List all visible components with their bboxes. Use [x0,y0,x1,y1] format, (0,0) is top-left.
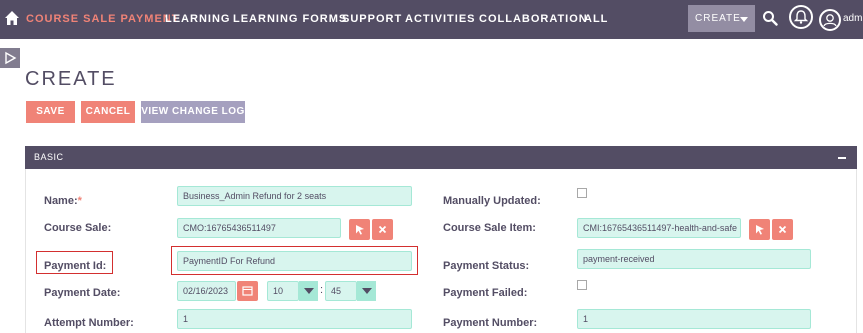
name-label: Name:* [44,195,82,207]
basic-panel-header[interactable]: BASIC [25,146,857,169]
select-arrow-icon[interactable] [749,219,770,240]
course-sale-item-label: Course Sale Item: [443,222,536,234]
payment-failed-checkbox[interactable] [577,280,587,290]
top-nav: COURSE SALE PAYMENT LEARNING LEARNING FO… [0,0,863,39]
nav-course-sale-payment[interactable]: COURSE SALE PAYMENT [26,13,179,25]
payment-status-select[interactable]: payment-received [577,249,811,269]
payment-failed-label: Payment Failed: [443,287,528,299]
payment-id-field-highlight [171,246,418,275]
payment-date-label: Payment Date: [44,287,121,299]
home-icon[interactable] [4,10,20,26]
collapse-icon[interactable] [838,157,846,159]
course-sale-label: Course Sale: [44,222,112,234]
manually-updated-label: Manually Updated: [443,195,541,207]
save-button[interactable]: SAVE [26,101,75,123]
user-name[interactable]: admi [843,13,863,24]
create-menu-button[interactable]: CREATE [688,5,755,32]
name-label-text: Name: [44,195,78,207]
nav-activities[interactable]: ACTIVITIES [405,13,476,25]
payment-number-field[interactable]: 1 [577,309,811,329]
nav-learning[interactable]: LEARNING [165,13,230,25]
nav-collaboration[interactable]: COLLABORATION [479,13,588,25]
bell-icon[interactable] [789,5,813,29]
search-icon[interactable] [762,10,778,26]
nav-all[interactable]: ALL [584,13,608,25]
clear-icon[interactable] [772,219,793,240]
payment-status-label: Payment Status: [443,260,530,272]
sidebar-toggle-icon[interactable] [0,48,20,68]
course-sale-item-field[interactable]: CMI:16765436511497-health-and-safe [577,218,741,238]
payment-date-field[interactable]: 02/16/2023 [177,281,236,301]
manually-updated-checkbox[interactable] [577,188,587,198]
payment-hour-select[interactable]: 10 [267,281,299,301]
create-menu-label: CREATE [695,13,741,24]
view-change-log-button[interactable]: VIEW CHANGE LOG [141,101,245,123]
cancel-button[interactable]: CANCEL [81,101,135,123]
course-sale-field[interactable]: CMO:16765436511497 [177,218,341,238]
attempt-number-label: Attempt Number: [44,317,134,329]
payment-id-label-highlight [36,251,113,274]
attempt-number-field[interactable]: 1 [177,309,412,329]
user-avatar-icon[interactable] [819,9,841,31]
select-arrow-icon[interactable] [349,219,370,240]
page-title: CREATE [25,68,117,90]
chevron-down-icon[interactable] [357,281,376,301]
panel-title: BASIC [34,152,64,162]
chevron-down-icon[interactable] [299,281,318,301]
calendar-icon[interactable] [237,281,258,301]
nav-support[interactable]: SUPPORT [342,13,402,25]
clear-icon[interactable] [372,219,393,240]
payment-minute-select[interactable]: 45 [325,281,357,301]
name-field[interactable]: Business_Admin Refund for 2 seats [177,186,412,206]
time-separator: : [320,284,324,296]
chevron-down-icon [740,17,748,22]
required-marker: * [77,195,82,207]
nav-learning-forms[interactable]: LEARNING FORMS [233,13,347,25]
payment-number-label: Payment Number: [443,317,538,329]
